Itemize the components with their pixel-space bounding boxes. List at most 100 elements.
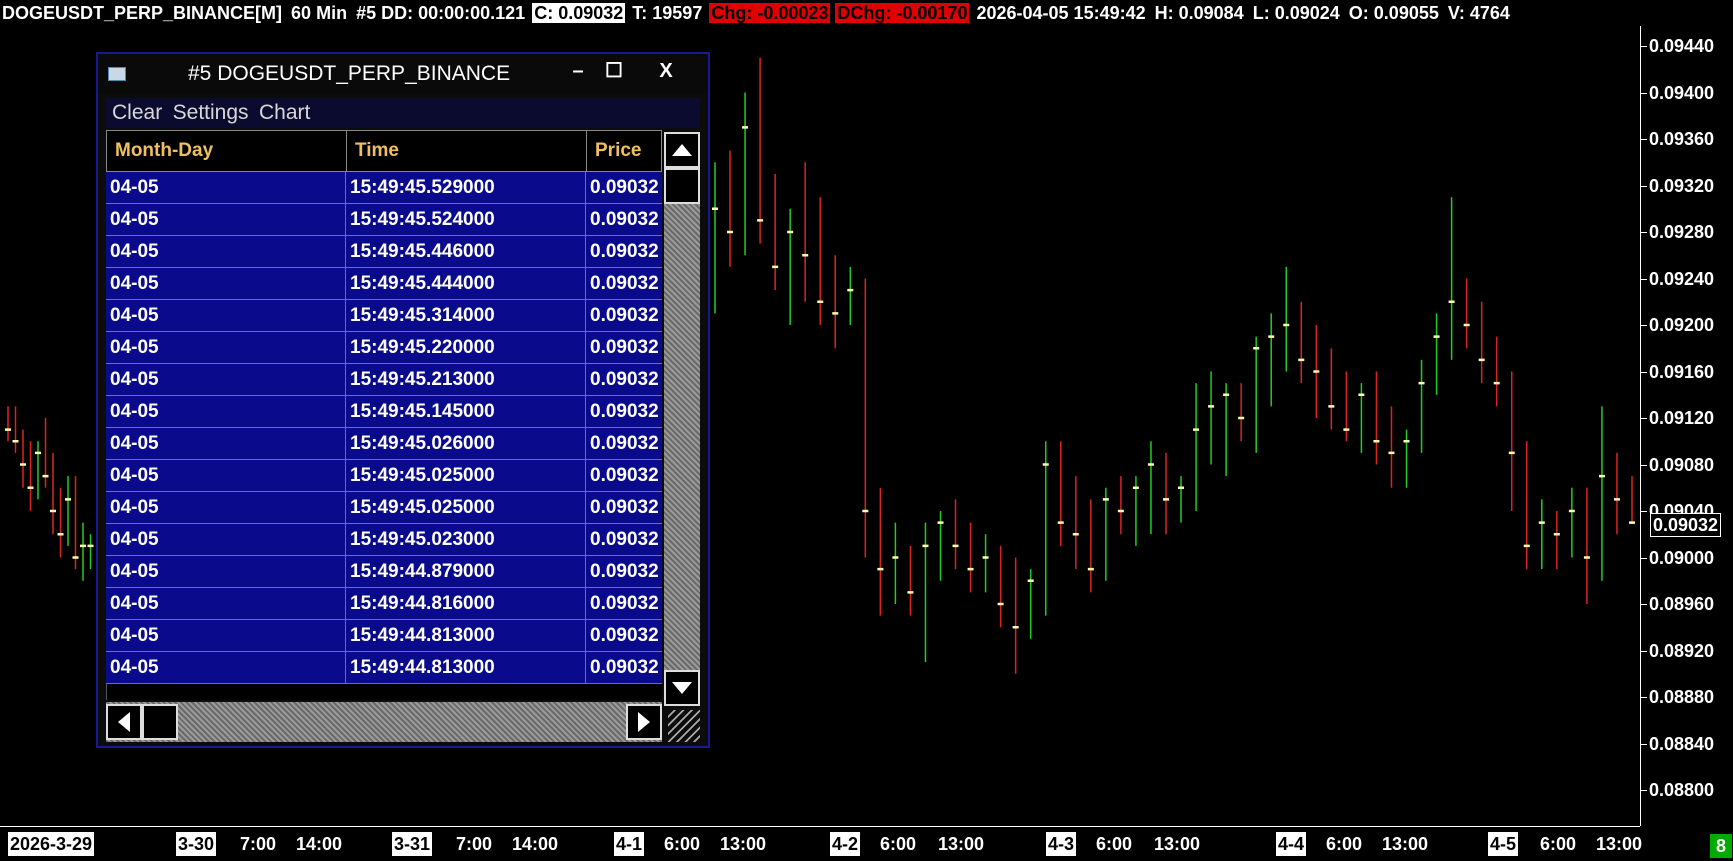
price-axis-tick (1641, 46, 1647, 47)
table-row[interactable]: 04-05 15:49:45.025000 0.09032 (106, 460, 662, 492)
ohlc-bar (847, 266, 854, 325)
table-row[interactable]: 04-05 15:49:45.023000 0.09032 (106, 524, 662, 556)
time-axis[interactable]: 2026-3-29 3-30 7:00 14:00 3-31 7:00 14:00 4-1 6:… (0, 826, 1642, 861)
price-axis-tick (1641, 418, 1647, 419)
menu-clear[interactable]: Clear (112, 98, 162, 128)
ohlc-bar (817, 197, 824, 325)
datetime-label: 2026-04-05 15:49:42 (976, 3, 1146, 23)
price-axis-tick (1641, 790, 1647, 791)
resize-grip-icon[interactable] (668, 710, 700, 742)
table-row[interactable]: 04-05 15:49:45.213000 0.09032 (106, 364, 662, 396)
column-header-time[interactable]: Time (347, 131, 587, 171)
volume-label: V: 4764 (1447, 3, 1510, 23)
price-axis-label: 0.08960 (1649, 594, 1715, 614)
price-axis-label: 0.09160 (1649, 361, 1715, 382)
minimize-button[interactable]: – (562, 58, 594, 84)
scroll-up-button[interactable] (664, 132, 700, 168)
table-row[interactable]: 04-05 15:49:45.446000 0.09032 (106, 236, 662, 268)
time-axis-time-label: 7:00 (240, 834, 277, 854)
table-row[interactable]: 04-05 15:49:44.879000 0.09032 (106, 556, 662, 588)
ohlc-bar (1538, 499, 1545, 570)
price-axis-tick (1641, 139, 1647, 140)
table-row[interactable]: 04-05 15:49:45.220000 0.09032 (106, 332, 662, 364)
ohlc-bar (1358, 383, 1365, 453)
ohlc-bar (35, 441, 41, 500)
ohlc-bar (892, 522, 899, 604)
ohlc-bar (1313, 325, 1320, 418)
ohlc-bar (1102, 487, 1109, 581)
cell-time: 15:49:44.879000 (346, 556, 586, 587)
price-axis-label: 0.09200 (1649, 315, 1715, 335)
ohlc-bar (1178, 476, 1185, 523)
table-row[interactable]: 04-05 15:49:45.529000 0.09032 (106, 172, 662, 204)
ohlc-bar (742, 92, 749, 256)
maximize-button[interactable]: ☐ (598, 58, 630, 84)
price-axis-tick (1641, 92, 1647, 94)
ohlc-bar (72, 476, 79, 570)
close-button[interactable]: X (650, 58, 682, 84)
scroll-right-button[interactable] (626, 704, 662, 740)
chart-status-bar: DOGEUSDT_PERP_BINANCE[M] 60 Min #5 DD: 0… (0, 0, 1733, 26)
time-axis-date-label: 2026-3-29 (8, 832, 95, 856)
cell-price: 0.09032 (590, 369, 659, 390)
column-header-price[interactable]: Price (587, 131, 663, 171)
cell-price: 0.09032 (590, 529, 659, 550)
cell-month-day: 04-05 (106, 268, 346, 299)
time-axis-time-label: 6:00 (1540, 834, 1577, 854)
ohlc-bar (922, 522, 929, 663)
column-header-month-day[interactable]: Month-Day (107, 131, 347, 171)
table-row[interactable]: 04-05 15:49:45.524000 0.09032 (106, 204, 662, 236)
ohlc-bar (57, 487, 64, 558)
vertical-scroll-thumb[interactable] (664, 168, 700, 204)
price-axis-label: 0.09360 (1649, 129, 1715, 149)
ohlc-bar (1238, 383, 1245, 442)
price-axis-tick (1641, 278, 1647, 280)
cell-price: 0.09032 (590, 177, 659, 198)
price-axis[interactable]: 0.09440 0.09400 0.09360 0.09320 0.09280 0.092… (1640, 26, 1733, 826)
table-row[interactable]: 04-05 15:49:44.813000 0.09032 (106, 652, 662, 684)
price-axis-tick (1641, 185, 1647, 187)
cell-time: 15:49:44.816000 (346, 588, 586, 619)
ohlc-bar (907, 545, 914, 616)
window-titlebar[interactable]: #5 DOGEUSDT_PERP_BINANCE – ☐ X (98, 54, 708, 94)
ohlc-bar (772, 173, 779, 291)
ohlc-bar (1583, 487, 1590, 604)
cell-time: 15:49:45.025000 (346, 492, 586, 523)
table-row[interactable]: 04-05 15:49:44.816000 0.09032 (106, 588, 662, 620)
table-row[interactable]: 04-05 15:49:45.444000 0.09032 (106, 268, 662, 300)
menu-settings[interactable]: Settings (173, 98, 249, 128)
scroll-down-button[interactable] (664, 670, 700, 706)
time-axis-time-label: 13:00 (1154, 834, 1201, 854)
cell-price: 0.09032 (590, 433, 659, 454)
horizontal-scrollbar[interactable] (106, 702, 662, 742)
horizontal-scroll-thumb[interactable] (142, 704, 178, 740)
ohlc-bar (20, 429, 26, 488)
cell-price: 0.09032 (590, 273, 659, 294)
open-label: O: 0.09055 (1348, 3, 1439, 23)
ohlc-bar (1478, 301, 1485, 384)
ohlc-bar (50, 452, 56, 535)
table-row[interactable]: 04-05 15:49:44.813000 0.09032 (106, 620, 662, 652)
table-row[interactable]: 04-05 15:49:45.026000 0.09032 (106, 428, 662, 460)
table-row[interactable]: 04-05 15:49:45.025000 0.09032 (106, 492, 662, 524)
table-row[interactable]: 04-05 15:49:45.314000 0.09032 (106, 300, 662, 332)
price-axis-tick (1641, 511, 1647, 512)
table-empty-space (106, 684, 662, 700)
ohlc-bar (87, 534, 94, 570)
menu-chart[interactable]: Chart (259, 98, 310, 128)
time-and-sales-window[interactable]: #5 DOGEUSDT_PERP_BINANCE – ☐ X Clear Set… (96, 52, 710, 748)
ohlc-bar (1463, 278, 1470, 349)
ohlc-bar (997, 545, 1004, 628)
scroll-left-button[interactable] (106, 704, 142, 740)
time-axis-time-label: 13:00 (720, 834, 767, 854)
cell-time: 15:49:45.025000 (346, 460, 586, 491)
vertical-scrollbar[interactable] (664, 132, 700, 706)
table-row[interactable]: 04-05 15:49:45.145000 0.09032 (106, 396, 662, 428)
cell-month-day: 04-05 (106, 588, 346, 619)
cell-price: 0.09032 (590, 337, 659, 358)
ohlc-bar (1613, 452, 1620, 535)
ohlc-bar (1448, 197, 1455, 360)
window-menubar: Clear Settings Chart (106, 98, 700, 128)
price-axis-label: 0.09280 (1649, 222, 1715, 242)
price-axis-label: 0.08840 (1649, 733, 1715, 754)
